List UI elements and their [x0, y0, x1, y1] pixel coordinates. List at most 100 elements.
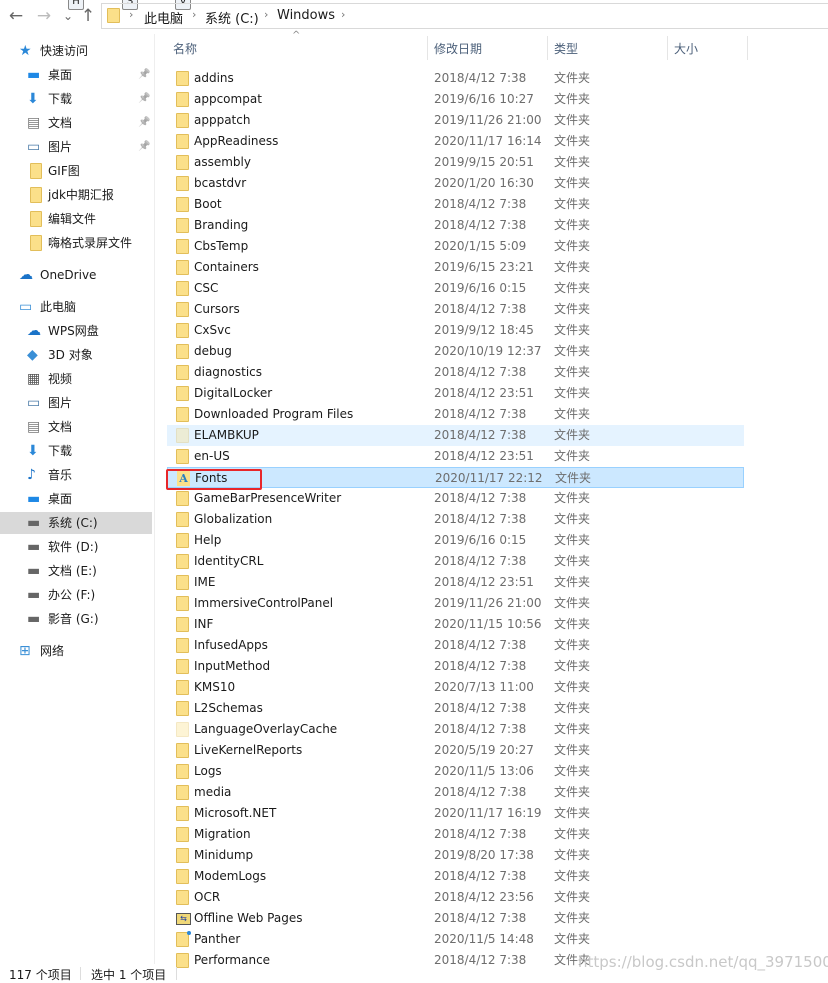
document-icon: ▤ — [27, 419, 41, 435]
file-row[interactable]: Cursors 2018/4/12 7:38 文件夹 — [167, 299, 744, 320]
breadcrumb-drive-c[interactable]: 系统 (C:) — [205, 8, 259, 27]
file-row[interactable]: Globalization 2018/4/12 7:38 文件夹 — [167, 509, 744, 530]
sidebar-item[interactable]: ▤ 文档 — [0, 416, 152, 438]
file-row[interactable]: InputMethod 2018/4/12 7:38 文件夹 — [167, 656, 744, 677]
sidebar-item[interactable]: 嗨格式录屏文件 — [0, 232, 152, 254]
sidebar-item[interactable]: ▬ 系统 (C:) — [0, 512, 152, 534]
folder-icon — [176, 764, 189, 779]
file-row[interactable]: Help 2019/6/16 0:15 文件夹 — [167, 530, 744, 551]
file-row[interactable]: DigitalLocker 2018/4/12 23:51 文件夹 — [167, 383, 744, 404]
sidebar-item[interactable]: ★ 快速访问 — [0, 40, 152, 62]
file-date: 2018/4/12 7:38 — [434, 554, 527, 568]
sidebar-item[interactable]: ▭ 此电脑 — [0, 296, 152, 318]
file-row[interactable]: debug 2020/10/19 12:37 文件夹 — [167, 341, 744, 362]
file-row[interactable]: GameBarPresenceWriter 2018/4/12 7:38 文件夹 — [167, 488, 744, 509]
sidebar-item[interactable]: ▭ 图片 — [0, 392, 152, 414]
sidebar-item[interactable]: ▬ 桌面 — [0, 488, 152, 510]
address-bar[interactable]: › 此电脑 › 系统 (C:) › Windows › — [101, 3, 828, 29]
sidebar-item-label: 图片 — [48, 140, 73, 154]
sidebar-item[interactable]: ▦ 视频 — [0, 368, 152, 390]
chevron-right-icon[interactable]: › — [341, 8, 345, 21]
file-row[interactable]: InfusedApps 2018/4/12 7:38 文件夹 — [167, 635, 744, 656]
sidebar-item[interactable]: ⊞ 网络 — [0, 640, 152, 662]
file-row[interactable]: bcastdvr 2020/1/20 16:30 文件夹 — [167, 173, 744, 194]
file-row[interactable]: en-US 2018/4/12 23:51 文件夹 — [167, 446, 744, 467]
file-row[interactable]: IME 2018/4/12 23:51 文件夹 — [167, 572, 744, 593]
file-type: 文件夹 — [554, 386, 591, 400]
video-icon: ▦ — [27, 371, 41, 387]
file-row[interactable]: Downloaded Program Files 2018/4/12 7:38 文件… — [167, 404, 744, 425]
file-row[interactable]: ELAMBKUP 2018/4/12 7:38 文件夹 — [167, 425, 744, 446]
column-type[interactable]: 类型 — [554, 40, 578, 57]
forward-button[interactable]: → — [34, 6, 54, 26]
file-row[interactable]: KMS10 2020/7/13 11:00 文件夹 — [167, 677, 744, 698]
file-row[interactable]: apppatch 2019/11/26 21:00 文件夹 — [167, 110, 744, 131]
file-row[interactable]: INF 2020/11/15 10:56 文件夹 — [167, 614, 744, 635]
pin-icon[interactable]: 📌 — [138, 112, 150, 134]
column-divider[interactable] — [547, 36, 548, 60]
file-row[interactable]: CbsTemp 2020/1/15 5:09 文件夹 — [167, 236, 744, 257]
file-row[interactable]: ModemLogs 2018/4/12 7:38 文件夹 — [167, 866, 744, 887]
sidebar-item[interactable]: ◆ 3D 对象 — [0, 344, 152, 366]
file-row[interactable]: Minidump 2019/8/20 17:38 文件夹 — [167, 845, 744, 866]
sidebar-item[interactable]: ☁ OneDrive — [0, 264, 152, 286]
file-row[interactable]: LanguageOverlayCache 2018/4/12 7:38 文件夹 — [167, 719, 744, 740]
file-type: 文件夹 — [554, 764, 591, 778]
file-row[interactable]: Panther 2020/11/5 14:48 文件夹 — [167, 929, 744, 950]
column-date[interactable]: 修改日期 — [434, 40, 482, 57]
file-row[interactable]: appcompat 2019/6/16 10:27 文件夹 — [167, 89, 744, 110]
recent-locations-button[interactable]: ⌄ — [58, 9, 78, 23]
file-date: 2018/4/12 7:38 — [434, 869, 527, 883]
breadcrumb-windows[interactable]: Windows — [277, 8, 335, 23]
file-row[interactable]: CxSvc 2019/9/12 18:45 文件夹 — [167, 320, 744, 341]
back-button[interactable]: ← — [6, 6, 26, 26]
column-divider[interactable] — [747, 36, 748, 60]
pin-icon[interactable]: 📌 — [138, 88, 150, 110]
file-row[interactable]: Microsoft.NET 2020/11/17 16:19 文件夹 — [167, 803, 744, 824]
sidebar-item[interactable]: jdk中期汇报 — [0, 184, 152, 206]
sidebar-item[interactable]: ▬ 办公 (F:) — [0, 584, 152, 606]
sidebar-item[interactable]: ▬ 软件 (D:) — [0, 536, 152, 558]
column-divider[interactable] — [427, 36, 428, 60]
sidebar-item[interactable]: ⬇ 下载 📌 — [0, 88, 152, 110]
breadcrumb-this-pc[interactable]: 此电脑 — [144, 8, 183, 27]
file-row[interactable]: media 2018/4/12 7:38 文件夹 — [167, 782, 744, 803]
sidebar-item[interactable]: ▭ 图片 📌 — [0, 136, 152, 158]
pin-icon[interactable]: 📌 — [138, 136, 150, 158]
sidebar-item[interactable]: ▬ 桌面 📌 — [0, 64, 152, 86]
file-row[interactable]: Logs 2020/11/5 13:06 文件夹 — [167, 761, 744, 782]
file-row[interactable]: diagnostics 2018/4/12 7:38 文件夹 — [167, 362, 744, 383]
folder-icon — [176, 176, 189, 191]
cube-icon: ◆ — [27, 347, 38, 363]
file-row[interactable]: addins 2018/4/12 7:38 文件夹 — [167, 68, 744, 89]
file-date: 2020/7/13 11:00 — [434, 680, 534, 694]
file-row[interactable]: assembly 2019/9/15 20:51 文件夹 — [167, 152, 744, 173]
sidebar-item[interactable]: ▬ 影音 (G:) — [0, 608, 152, 630]
sidebar-item[interactable]: ♪ 音乐 — [0, 464, 152, 486]
file-row[interactable]: ImmersiveControlPanel 2019/11/26 21:00 文件夹 — [167, 593, 744, 614]
column-name[interactable]: 名称 — [173, 40, 197, 57]
drive-icon: ▬ — [27, 611, 41, 627]
drive-icon: ▬ — [27, 515, 41, 531]
file-row[interactable]: Migration 2018/4/12 7:38 文件夹 — [167, 824, 744, 845]
sidebar-item[interactable]: ⬇ 下载 — [0, 440, 152, 462]
file-row[interactable]: LiveKernelReports 2020/5/19 20:27 文件夹 — [167, 740, 744, 761]
file-row[interactable]: CSC 2019/6/16 0:15 文件夹 — [167, 278, 744, 299]
file-row[interactable]: Containers 2019/6/15 23:21 文件夹 — [167, 257, 744, 278]
column-size[interactable]: 大小 — [674, 40, 698, 57]
file-row[interactable]: AppReadiness 2020/11/17 16:14 文件夹 — [167, 131, 744, 152]
pin-icon[interactable]: 📌 — [138, 64, 150, 86]
sidebar-item-label: 嗨格式录屏文件 — [48, 236, 133, 250]
sidebar-item[interactable]: ▬ 文档 (E:) — [0, 560, 152, 582]
column-divider[interactable] — [667, 36, 668, 60]
file-row[interactable]: IdentityCRL 2018/4/12 7:38 文件夹 — [167, 551, 744, 572]
file-row[interactable]: Branding 2018/4/12 7:38 文件夹 — [167, 215, 744, 236]
file-row[interactable]: L2Schemas 2018/4/12 7:38 文件夹 — [167, 698, 744, 719]
sidebar-item[interactable]: 编辑文件 — [0, 208, 152, 230]
file-row[interactable]: Boot 2018/4/12 7:38 文件夹 — [167, 194, 744, 215]
file-row[interactable]: ⇆ Offline Web Pages 2018/4/12 7:38 文件夹 — [167, 908, 744, 929]
file-row[interactable]: OCR 2018/4/12 23:56 文件夹 — [167, 887, 744, 908]
sidebar-item[interactable]: GIF图 — [0, 160, 152, 182]
sidebar-item[interactable]: ☁ WPS网盘 — [0, 320, 152, 342]
sidebar-item[interactable]: ▤ 文档 📌 — [0, 112, 152, 134]
